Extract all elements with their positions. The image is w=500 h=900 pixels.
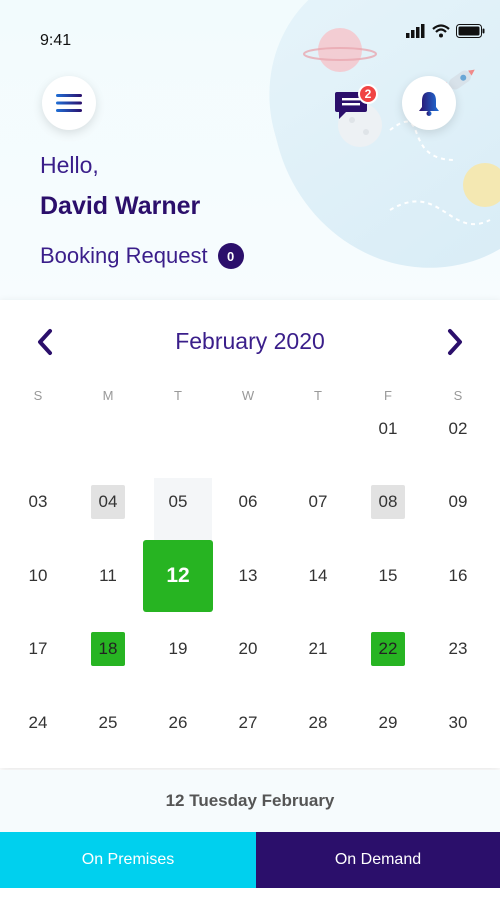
tab-on-demand[interactable]: On Demand [256, 832, 500, 888]
calendar-day[interactable]: 07 [283, 466, 353, 540]
next-month-button[interactable] [442, 326, 468, 358]
tab-on-premises-label: On Premises [81, 851, 175, 868]
chevron-right-icon [448, 329, 462, 355]
calendar-day[interactable]: 19 [143, 613, 213, 687]
notifications-button[interactable] [402, 76, 456, 130]
calendar-day[interactable]: 24 [3, 686, 73, 760]
calendar-day-booked[interactable]: 22 [353, 613, 423, 687]
user-name: David Warner [40, 192, 201, 220]
calendar-day[interactable]: 21 [283, 613, 353, 687]
bell-icon [419, 92, 439, 116]
calendar-day[interactable]: 11 [73, 539, 143, 613]
hamburger-icon [56, 94, 82, 112]
messages-button[interactable]: 2 [334, 84, 378, 124]
calendar-day[interactable]: 30 [423, 686, 493, 760]
menu-button[interactable] [42, 76, 96, 130]
calendar-day[interactable]: 13 [213, 539, 283, 613]
booking-request-label: Booking Request [40, 243, 208, 268]
calendar-day [213, 392, 283, 466]
calendar-day [3, 392, 73, 466]
calendar-day[interactable]: 02 [423, 392, 493, 466]
message-count-badge: 2 [358, 84, 378, 104]
calendar-day[interactable]: 10 [3, 539, 73, 613]
month-navigation: February 2020 [0, 322, 500, 362]
calendar-day[interactable]: 23 [423, 613, 493, 687]
selected-date-label: 12 Tuesday February [0, 770, 500, 832]
tab-on-premises[interactable]: On Premises [0, 832, 256, 888]
calendar-week: 10 11 12 13 14 15 16 [3, 539, 493, 613]
status-icons [406, 24, 486, 38]
greeting-text: Hello, [40, 152, 99, 178]
month-label: February 2020 [175, 328, 325, 354]
calendar-day[interactable]: 05 [143, 466, 213, 540]
calendar-day[interactable]: 01 [353, 392, 423, 466]
calendar-day[interactable]: 09 [423, 466, 493, 540]
calendar-day[interactable]: 27 [213, 686, 283, 760]
calendar-week: 03 04 05 06 07 08 09 [3, 466, 493, 540]
battery-icon [456, 24, 485, 38]
wifi-icon [432, 24, 450, 38]
tab-on-demand-label: On Demand [334, 851, 422, 868]
calendar-day[interactable]: 15 [353, 539, 423, 613]
calendar-day[interactable]: 16 [423, 539, 493, 613]
calendar-day[interactable]: 26 [143, 686, 213, 760]
booking-request[interactable]: Booking Request 0 [40, 243, 244, 269]
calendar-week: 01 02 [3, 392, 493, 466]
booking-count-badge: 0 [217, 243, 244, 269]
calendar-day[interactable]: 29 [353, 686, 423, 760]
calendar-day [143, 392, 213, 466]
calendar-grid: 01 02 03 04 05 06 07 08 09 10 11 12 13 1… [3, 392, 493, 760]
calendar-day[interactable]: 28 [283, 686, 353, 760]
calendar-week: 17 18 19 20 21 22 23 [3, 613, 493, 687]
calendar-day[interactable]: 25 [73, 686, 143, 760]
calendar-day[interactable]: 20 [213, 613, 283, 687]
space-illustration [303, 28, 500, 226]
calendar-day [283, 392, 353, 466]
calendar-day[interactable]: 03 [3, 466, 73, 540]
calendar-day [73, 392, 143, 466]
calendar-day-booked[interactable]: 18 [73, 613, 143, 687]
calendar-day[interactable]: 17 [3, 613, 73, 687]
calendar-day-unavailable[interactable]: 04 [73, 466, 143, 540]
calendar-day-selected[interactable]: 12 [143, 539, 213, 613]
calendar-week: 24 25 26 27 28 29 30 [3, 686, 493, 760]
calendar-day[interactable]: 14 [283, 539, 353, 613]
status-time: 9:41 [40, 32, 72, 49]
calendar-day-unavailable[interactable]: 08 [353, 466, 423, 540]
signal-icon [406, 24, 425, 38]
calendar-day[interactable]: 06 [213, 466, 283, 540]
